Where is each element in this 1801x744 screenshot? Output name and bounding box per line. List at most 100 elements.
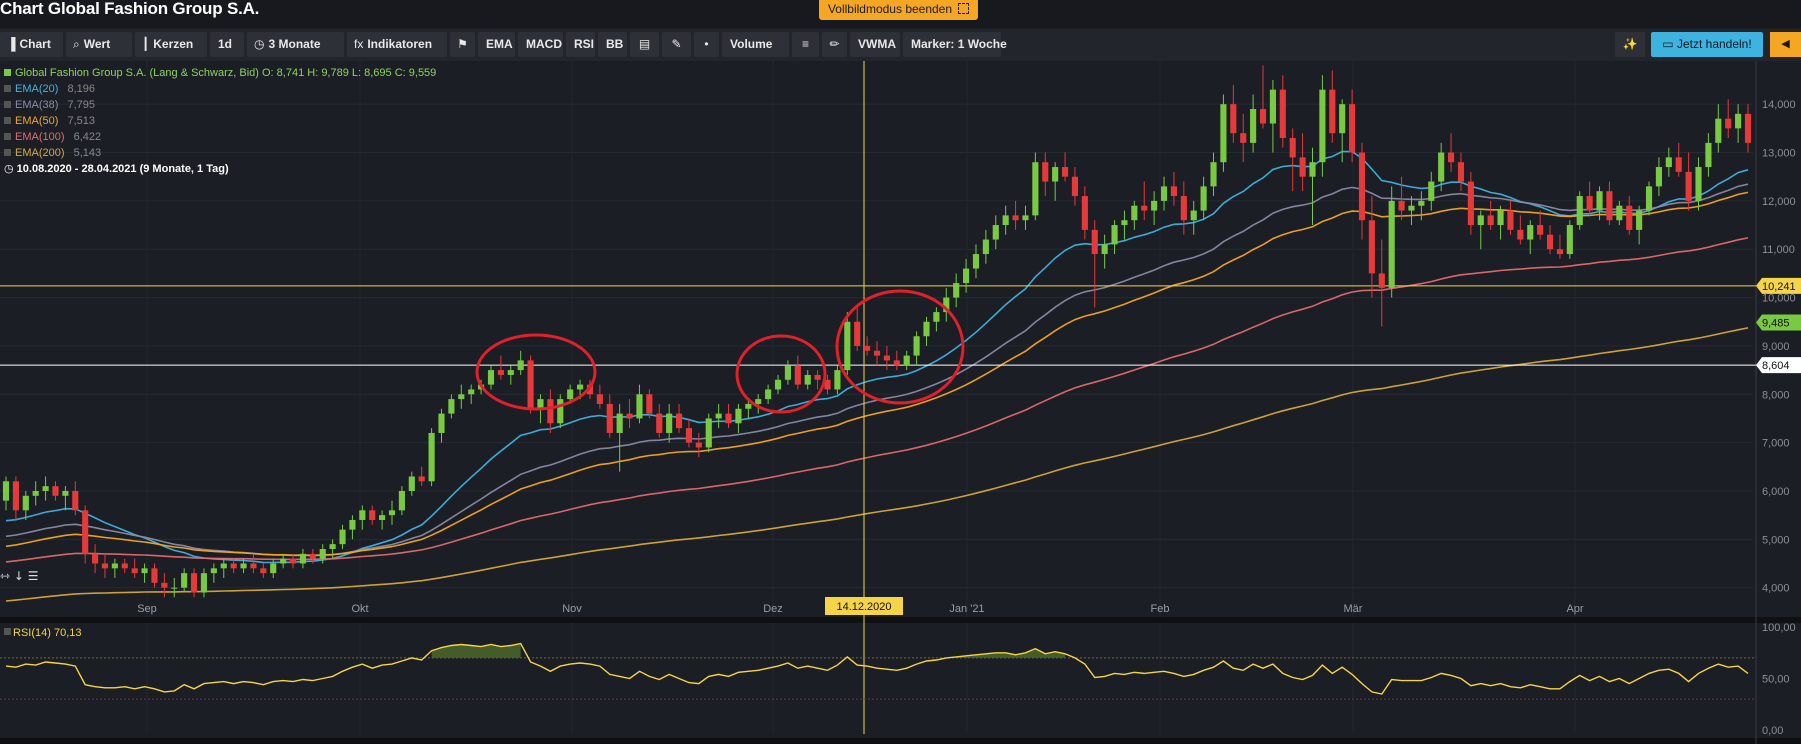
y-tick-label: 5,000 — [1762, 534, 1790, 546]
candle — [1250, 109, 1257, 143]
candle — [755, 399, 762, 404]
candle — [1259, 109, 1267, 124]
candle — [1388, 200, 1395, 288]
candle — [1289, 138, 1296, 158]
legend-indicator-label: EMA(38) — [15, 99, 59, 111]
candle — [230, 563, 237, 569]
candle — [1220, 104, 1227, 163]
candle — [1616, 205, 1623, 221]
candle — [854, 321, 861, 346]
candle — [864, 345, 871, 351]
legend-indicator-label: EMA(100) — [15, 131, 65, 143]
candle — [1457, 162, 1465, 182]
candle — [1022, 215, 1029, 221]
candle — [1358, 152, 1366, 221]
candle — [171, 587, 178, 589]
candle — [903, 355, 910, 366]
candle — [111, 563, 118, 569]
y-tick-label: 13,000 — [1762, 148, 1796, 160]
x-tick-label: Mär — [1344, 603, 1363, 615]
legend-ema20: EMA(20) 8,196 — [0, 81, 436, 97]
candle — [675, 413, 683, 429]
legend-swatch — [4, 117, 11, 124]
candle — [1428, 181, 1435, 201]
candle — [52, 486, 59, 496]
legend-swatch — [4, 69, 11, 76]
candle — [1111, 225, 1118, 245]
candle — [1279, 89, 1286, 139]
candle — [784, 365, 791, 380]
candle — [507, 370, 514, 375]
candle — [1477, 215, 1484, 226]
candle — [240, 563, 247, 569]
bottom-divider — [0, 738, 1801, 744]
candle — [1309, 162, 1316, 177]
legend-period-text: 10.08.2020 - 28.04.2021 (9 Monate, 1 Tag… — [16, 163, 229, 175]
candle — [814, 374, 821, 380]
y-tick-label: 11,000 — [1762, 244, 1795, 256]
candle — [1467, 181, 1474, 226]
y-tick-label: 4,000 — [1762, 583, 1790, 595]
candle — [1596, 191, 1603, 211]
candle — [1368, 220, 1375, 274]
candle — [62, 490, 69, 496]
candle — [1705, 142, 1712, 168]
candle — [1636, 210, 1643, 230]
price-label-text: 8,604 — [1762, 360, 1790, 372]
legend-indicator-value: 8,196 — [64, 83, 95, 95]
candle — [517, 360, 524, 371]
candle — [547, 399, 554, 424]
candle — [270, 563, 277, 574]
candle — [1180, 196, 1187, 221]
candle — [844, 321, 851, 371]
candle — [82, 510, 89, 554]
candle — [1645, 186, 1653, 211]
legend-ema38: EMA(38) 7,795 — [0, 97, 436, 113]
candle — [428, 432, 435, 482]
legend-swatch — [4, 85, 11, 92]
x-tick-label: Jan '21 — [949, 603, 984, 615]
candle — [1586, 196, 1593, 211]
candle — [468, 389, 475, 395]
candle — [1546, 234, 1554, 250]
candle — [379, 515, 386, 520]
candle — [616, 413, 623, 433]
candle — [1576, 196, 1583, 226]
rsi-tick-label: 0,00 — [1762, 725, 1783, 737]
candle — [289, 558, 297, 564]
price-label: 8,604 — [1756, 357, 1801, 374]
price-label-text: 9,485 — [1762, 317, 1790, 329]
candle — [12, 481, 19, 511]
candle — [339, 529, 346, 545]
candle — [1190, 210, 1197, 221]
x-tick-label: Okt — [351, 603, 368, 615]
candle — [1655, 167, 1662, 187]
candle — [794, 365, 801, 385]
candle — [1052, 167, 1059, 182]
candle — [22, 495, 29, 511]
legend-period: ◷ 10.08.2020 - 28.04.2021 (9 Monate, 1 T… — [0, 161, 436, 177]
candle — [1735, 113, 1742, 129]
candle — [1537, 225, 1544, 235]
candle — [1418, 200, 1425, 206]
candle — [1151, 200, 1158, 211]
candle — [1447, 152, 1455, 163]
candle — [1071, 176, 1079, 197]
candle — [666, 413, 673, 433]
candle — [626, 413, 633, 419]
x-tick-label: Dez — [763, 603, 783, 615]
rsi-legend: RSI(14) 70,13 — [13, 627, 81, 639]
candle — [349, 519, 356, 530]
candle — [1170, 186, 1178, 197]
candle — [1744, 113, 1752, 143]
candle — [141, 568, 148, 574]
candle — [1269, 89, 1276, 124]
x-tick-label: Sep — [137, 603, 157, 615]
candle — [646, 394, 653, 414]
candle — [893, 360, 900, 366]
candle — [1042, 162, 1049, 182]
legend-indicator-value: 7,795 — [64, 99, 95, 111]
legend-indicator-label: EMA(20) — [15, 83, 59, 95]
candle — [101, 563, 109, 569]
candle — [1210, 162, 1217, 187]
